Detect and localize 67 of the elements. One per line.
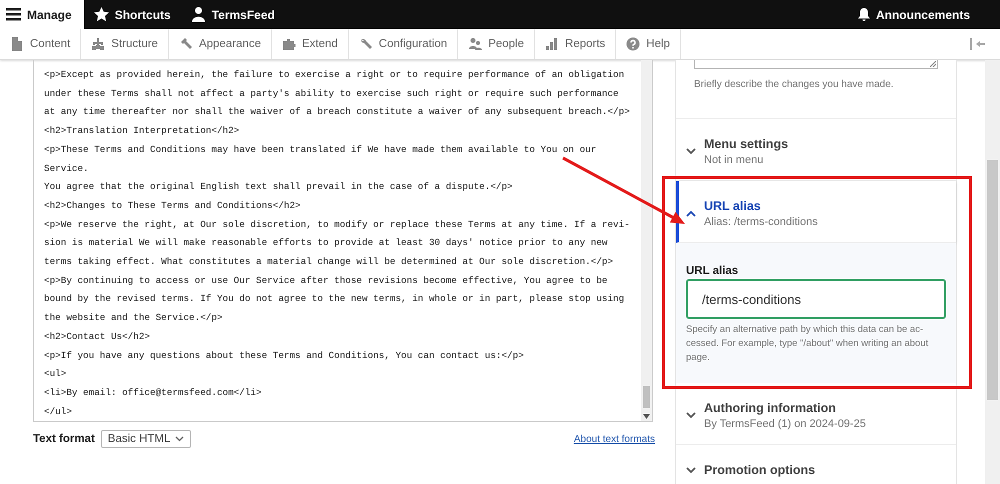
revision-log-field[interactable]	[694, 60, 938, 69]
menu-icon	[6, 8, 21, 20]
admin-menu-item[interactable]: Extend	[272, 29, 349, 59]
sidebar-section[interactable]: Menu settings Not in menu	[676, 119, 956, 181]
brush-icon	[178, 37, 193, 51]
code-line: <p>By continuing to access or use Our Service after those revisions become effective, You agree to be	[44, 274, 608, 288]
admin-menu-item[interactable]: Configuration	[348, 29, 458, 59]
text-format-label: Text format	[33, 433, 95, 445]
code-line: <p>If you have any questions about these Terms and Conditions, You can contact us:</p>	[44, 348, 524, 363]
chevron-down-icon	[686, 148, 696, 155]
code-line: the website and the Service.</p>	[44, 311, 223, 326]
collapse-icon[interactable]	[970, 38, 986, 50]
text-format-select[interactable]: Basic HTML	[100, 430, 191, 448]
code-line: <p>Except as provided herein, the failure to exercise a right or to require performance of an obligation	[44, 68, 624, 82]
toolbar-tab[interactable]: Shortcuts	[84, 0, 181, 29]
code-line: <h2>Translation Interpretation</h2>	[44, 124, 240, 138]
document-icon	[10, 37, 24, 51]
chevron-down-icon	[686, 466, 696, 474]
url-alias-input[interactable]: /terms-conditions	[686, 279, 946, 319]
sidebar-section[interactable]: Promotion options	[676, 445, 956, 484]
admin-menu-item[interactable]: Content	[0, 29, 82, 59]
bar-chart-icon	[545, 37, 560, 51]
code-line: under these Terms shall not affect a party's ability to exercise such right or require such performance	[44, 86, 619, 101]
admin-menu-item[interactable]: Reports	[535, 29, 616, 59]
puzzle-icon	[282, 37, 296, 51]
code-line: at any time thereafter nor shall the waiver of a breach constitute a waiver of any subsequent breach.</p>	[44, 105, 630, 120]
announcements-button[interactable]: Announcements	[848, 0, 980, 29]
scroll-down-arrow-icon[interactable]	[643, 414, 650, 419]
hierarchy-icon	[91, 37, 106, 51]
code-line: bound by the revised terms. If You do not agree to the new terms, in whole or in part, please stop using	[44, 292, 624, 306]
code-line: <p>These Terms and Conditions may have been translated if We have made them available to You on our	[44, 142, 596, 157]
chevron-down-icon	[686, 412, 696, 419]
field-description: Specify an alternative path by which this data can be ac-cessed. For example, type "/about" when writing an about page.	[686, 323, 930, 365]
help-icon	[626, 37, 640, 51]
admin-menu-item[interactable]: People	[458, 29, 536, 59]
code-line: <h2>Changes to These Terms and Conditions</h2>	[44, 198, 301, 213]
wrench-icon	[358, 37, 373, 51]
code-line: <ul>	[44, 367, 66, 382]
scrollbar-thumb[interactable]	[643, 386, 650, 408]
star-icon	[94, 7, 109, 22]
code-editor[interactable]	[33, 60, 653, 422]
chevron-up-icon	[686, 210, 696, 217]
field-label: URL alias	[686, 265, 740, 277]
code-line: <p>We reserve the right, at Our sole discretion, to modify or replace these Terms at any time. If a revi-	[44, 218, 630, 232]
scrollbar-thumb[interactable]	[987, 160, 998, 400]
admin-menu-item[interactable]: Structure	[81, 29, 169, 59]
scrollbar[interactable]	[641, 60, 652, 421]
scrollbar[interactable]	[985, 60, 1000, 484]
code-line: You agree that the original English text shall prevail in the case of a dispute.</p>	[44, 180, 513, 194]
person-icon	[192, 7, 205, 22]
chevron-down-icon	[174, 436, 184, 442]
toolbar-tab[interactable]: Manage	[0, 0, 84, 29]
admin-menu-item[interactable]: Help	[616, 29, 681, 59]
admin-menu-item[interactable]: Appearance	[168, 29, 272, 59]
resize-handle-icon[interactable]	[930, 61, 936, 67]
text-formats-link[interactable]: About text formats	[574, 434, 655, 444]
sidebar-section[interactable]: Authoring information By TermsFeed (1) on 2024-09-25	[676, 383, 956, 445]
code-line: <h2>Contact Us</h2>	[44, 330, 150, 344]
code-line: Service.	[44, 162, 89, 176]
toolbar-tab[interactable]: TermsFeed	[180, 0, 285, 29]
code-line: sion is material We will make reasonable efforts to provide at least 30 days' notice prior to any new	[44, 236, 608, 250]
code-line: terms taking effect. What constitutes a material change will be determined at Our sole discretion.</p>	[44, 255, 614, 270]
revision-hint: Briefly describe the changes you have made.	[676, 69, 956, 119]
bell-icon	[858, 8, 870, 21]
code-line: <li>By email: office@termsfeed.com</li>	[44, 386, 262, 400]
code-line: </ul>	[44, 404, 72, 419]
people-icon	[468, 37, 482, 51]
